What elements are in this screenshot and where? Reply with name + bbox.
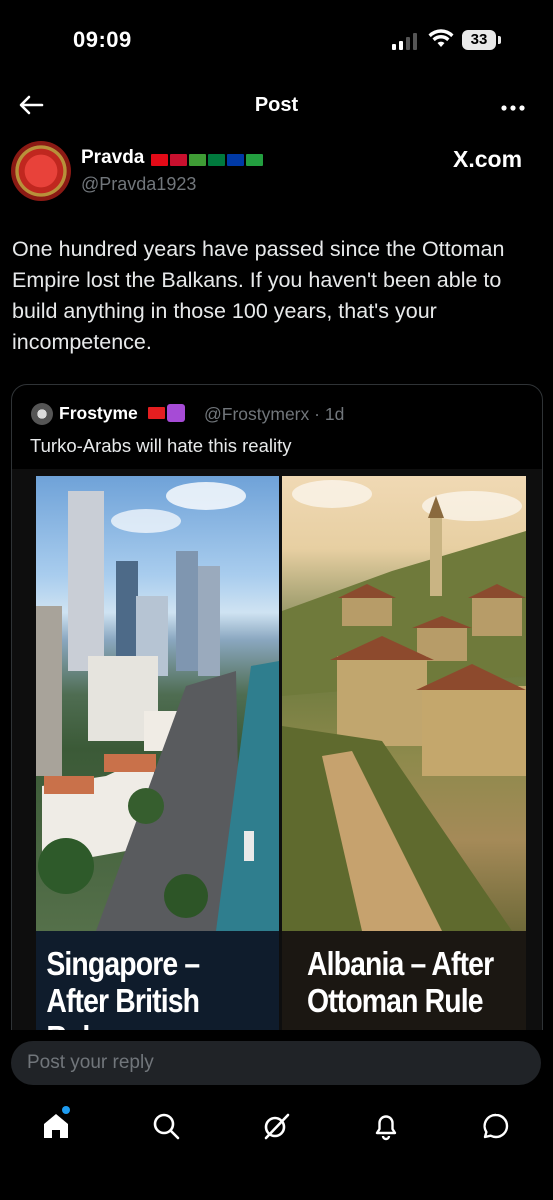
chat-icon[interactable]: [478, 1108, 514, 1144]
author-handle[interactable]: @Pravda1923: [81, 174, 196, 195]
author-name[interactable]: Pravda: [81, 147, 144, 169]
notification-dot: [62, 1106, 70, 1114]
flag-icon: [170, 153, 187, 166]
more-horizontal-icon[interactable]: [500, 99, 526, 111]
signal-icon: [392, 32, 420, 50]
flag-icon: [227, 153, 244, 166]
home-icon[interactable]: [38, 1108, 74, 1144]
reply-placeholder[interactable]: Post your reply: [27, 1052, 154, 1074]
bell-icon[interactable]: [368, 1108, 404, 1144]
quote-author-flags: [148, 404, 187, 422]
author-flags: [151, 151, 265, 166]
flag-icon: [246, 153, 263, 166]
right-caption-line1: Albania – After: [306, 945, 494, 982]
brand-watermark: X.com: [453, 146, 523, 172]
avatar[interactable]: [11, 141, 71, 201]
left-caption-line1: Singapore –: [46, 945, 200, 982]
albania-image: [282, 476, 526, 931]
singapore-image: [36, 476, 279, 931]
flag-icon: [189, 153, 206, 166]
search-icon[interactable]: [148, 1108, 184, 1144]
quote-author-handle[interactable]: @Frostymerx · 1d: [204, 404, 344, 425]
page-title: Post: [254, 94, 299, 116]
status-time: 09:09: [73, 27, 132, 52]
quote-image[interactable]: Singapore –After British Rule Albania – …: [12, 469, 542, 1085]
flag-icon: [151, 153, 168, 166]
grok-icon[interactable]: [258, 1108, 294, 1144]
post-text: One hundred years have passed since the …: [12, 237, 505, 354]
quote-text: Turko-Arabs will hate this reality: [30, 435, 292, 456]
battery-indicator: 33: [462, 30, 496, 50]
quoted-post[interactable]: Frostyme @Frostymerx · 1d Turko-Arabs wi…: [11, 384, 543, 1086]
battery-tip: [498, 36, 501, 44]
flag-icon: [208, 153, 225, 166]
quote-avatar[interactable]: [31, 403, 53, 425]
quote-author-name[interactable]: Frostyme: [59, 403, 138, 424]
wifi-icon: [428, 29, 454, 49]
quote-time: · 1d: [314, 404, 345, 424]
right-caption-line2: Ottoman Rule: [306, 982, 484, 1019]
